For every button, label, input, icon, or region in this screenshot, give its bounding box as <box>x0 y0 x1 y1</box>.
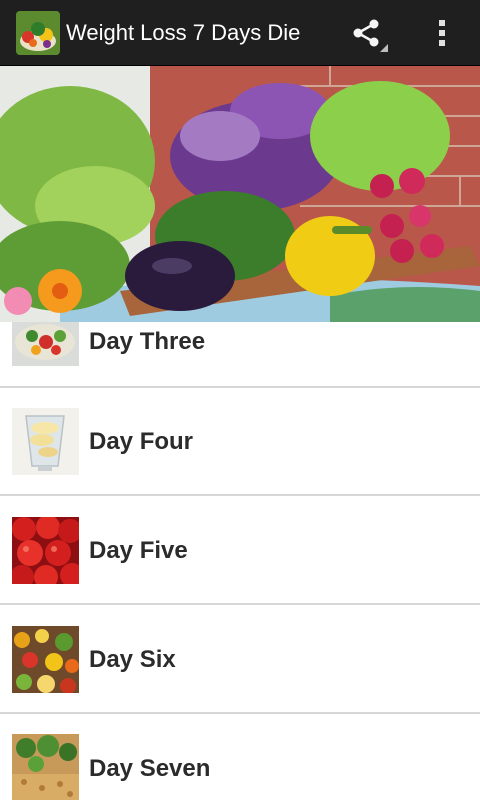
overflow-menu-button[interactable] <box>424 10 460 56</box>
overflow-menu-icon <box>439 20 445 46</box>
salad-app-icon[interactable] <box>16 11 60 55</box>
broccoli-grain-thumbnail <box>12 734 79 800</box>
action-bar: Weight Loss 7 Days Die <box>0 0 480 66</box>
app-title: Weight Loss 7 Days Die <box>66 20 301 45</box>
list-item-day-five[interactable]: Day Five <box>0 496 480 604</box>
list-item-day-three[interactable]: Day Three <box>0 322 480 389</box>
list-item-label: Day Four <box>89 428 194 455</box>
banana-smoothie-thumbnail <box>12 408 79 475</box>
list-item-label: Day Three <box>89 328 206 355</box>
list-item-day-four[interactable]: Day Four <box>0 388 480 496</box>
share-icon <box>353 19 388 52</box>
tomatoes-thumbnail <box>12 517 79 584</box>
day-list: Day Three Day Four Day Five Day Six Day … <box>0 322 480 800</box>
list-item-day-six[interactable]: Day Six <box>0 605 480 713</box>
list-item-label: Day Five <box>89 537 188 564</box>
list-item-label: Day Six <box>89 646 176 673</box>
vegetable-mix-thumbnail <box>12 626 79 693</box>
list-item-day-seven[interactable]: Day Seven <box>0 714 480 800</box>
list-item-label: Day Seven <box>89 755 211 782</box>
share-button[interactable] <box>344 10 390 56</box>
salad-platter-thumbnail <box>12 322 79 366</box>
vegetable-crate-photo <box>0 66 480 322</box>
